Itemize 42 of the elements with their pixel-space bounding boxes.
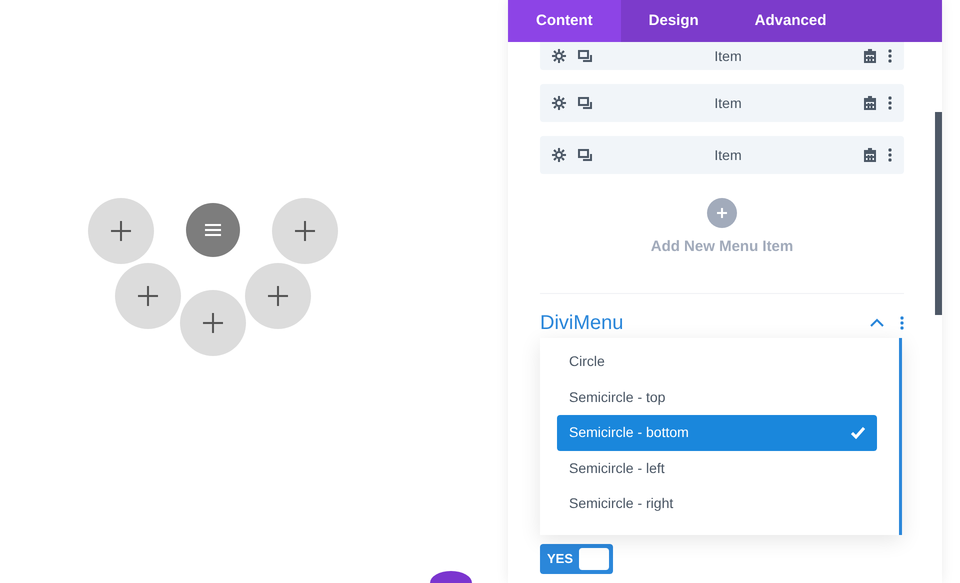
more-icon — [888, 96, 892, 110]
tab[interactable]: Design — [620, 0, 727, 42]
menu-icon — [205, 224, 221, 236]
dropdown-option[interactable]: Semicircle - right — [557, 486, 877, 522]
section-title: DiviMenu — [540, 310, 624, 336]
tab[interactable]: Advanced — [726, 0, 854, 42]
dropdown-option[interactable]: Semicircle - bottom — [557, 415, 877, 450]
more-icon — [888, 49, 892, 63]
copy-icon — [578, 149, 592, 161]
trash-icon — [864, 49, 876, 63]
trash-icon — [864, 148, 876, 162]
plus-icon — [268, 286, 288, 306]
item-label: Item — [713, 146, 743, 164]
plus-icon — [717, 208, 727, 218]
tab[interactable]: Content — [508, 0, 621, 42]
dropdown-option[interactable]: Semicircle - left — [557, 450, 877, 486]
scrollbar-thumb[interactable] — [935, 112, 942, 315]
copy-icon — [578, 97, 592, 109]
check-icon — [851, 426, 865, 440]
trash-icon — [864, 96, 876, 110]
add-item-label: Add New Menu Item — [650, 237, 794, 257]
more-icon — [900, 316, 904, 330]
floating-button[interactable] — [430, 571, 472, 583]
menu-item-row[interactable]: Item — [540, 136, 904, 174]
more-icon — [888, 148, 892, 162]
menu-button[interactable] — [186, 203, 240, 257]
plus-icon — [203, 313, 223, 333]
add-item-button[interactable] — [707, 198, 737, 228]
gear-icon — [552, 148, 566, 162]
item-label: Item — [713, 94, 743, 112]
menu-item-row[interactable]: Item — [540, 84, 904, 122]
plus-icon — [138, 286, 158, 306]
plus-icon — [295, 221, 315, 241]
gear-icon — [552, 49, 566, 63]
menu-item-row[interactable]: Item — [540, 42, 904, 70]
dropdown-option[interactable]: Circle — [557, 344, 877, 380]
item-label: Item — [713, 46, 743, 66]
dropdown-option[interactable]: Semicircle - top — [557, 380, 877, 415]
toggle-switch[interactable]: YES — [540, 544, 613, 574]
plus-icon — [111, 221, 131, 241]
copy-icon — [578, 50, 592, 62]
gear-icon — [552, 96, 566, 110]
